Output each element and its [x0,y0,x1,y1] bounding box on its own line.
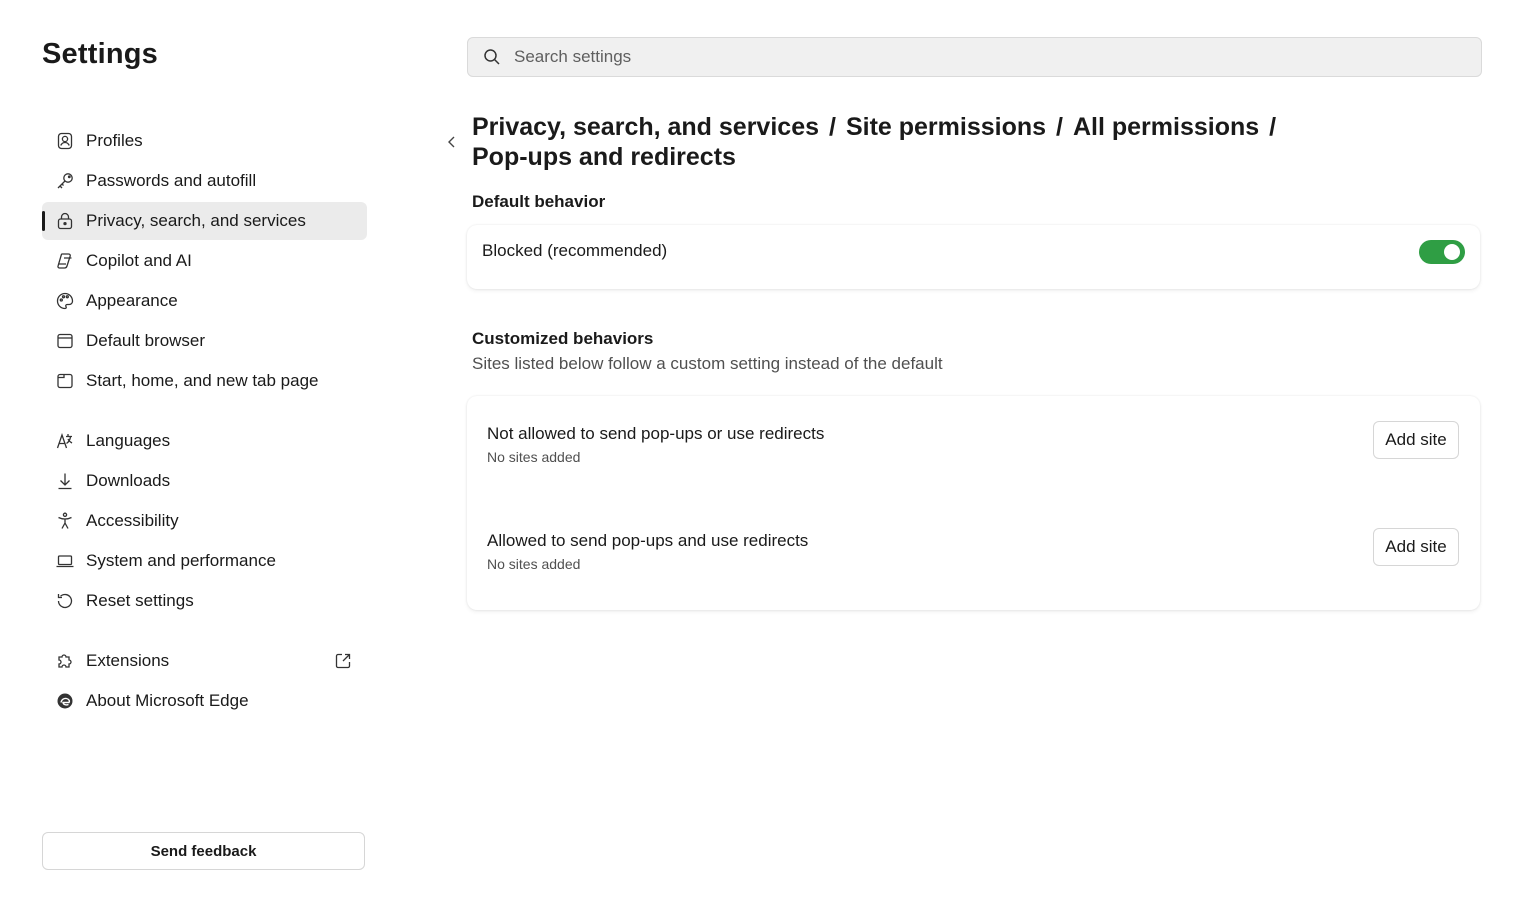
customized-behaviors-heading: Customized behaviors [472,329,654,348]
sidebar: Settings Profiles Passwords and autofill… [0,0,420,912]
sidebar-item-label: System and performance [86,551,276,570]
copilot-icon [55,251,75,271]
palette-icon [55,291,75,311]
sidebar-item-privacy[interactable]: Privacy, search, and services [42,202,367,240]
sidebar-item-label: Appearance [86,291,178,310]
search-input[interactable] [512,46,1416,68]
settings-title: Settings [42,38,158,70]
allowed-status: No sites added [487,556,581,572]
sidebar-item-label: Profiles [86,131,143,150]
toggle-knob [1444,244,1460,260]
sidebar-item-label: Privacy, search, and services [86,211,306,230]
blocked-toggle[interactable] [1419,240,1465,264]
lock-icon [55,211,75,231]
key-icon [55,171,75,191]
sidebar-item-languages[interactable]: Languages [42,422,367,460]
language-icon [55,431,75,451]
sidebar-item-start-home[interactable]: Start, home, and new tab page [42,362,367,400]
sidebar-item-label: Accessibility [86,511,179,530]
blocked-label: Blocked (recommended) [482,241,668,260]
breadcrumb-separator: / [829,113,836,141]
add-site-allowed-button[interactable]: Add site [1373,528,1459,566]
default-behavior-card: Blocked (recommended) [467,225,1480,289]
sidebar-item-passwords[interactable]: Passwords and autofill [42,162,367,200]
add-site-not-allowed-button[interactable]: Add site [1373,421,1459,459]
external-link-icon [333,651,353,671]
allowed-title: Allowed to send pop-ups and use redirect… [487,531,809,550]
sidebar-item-label: Passwords and autofill [86,171,257,190]
search-box[interactable] [467,37,1482,77]
sidebar-item-profiles[interactable]: Profiles [42,122,367,160]
customized-behaviors-card: Not allowed to send pop-ups or use redir… [467,396,1480,610]
sidebar-item-label: Extensions [86,651,170,670]
chevron-left-icon [448,136,455,148]
puzzle-icon [55,651,75,671]
back-button[interactable] [442,132,462,152]
sidebar-item-label: Start, home, and new tab page [86,371,319,390]
sidebar-item-label: Reset settings [86,591,194,610]
sidebar-item-extensions[interactable]: Extensions [42,642,367,680]
not-allowed-status: No sites added [487,449,581,465]
send-feedback-button[interactable]: Send feedback [42,832,365,870]
sidebar-item-default-browser[interactable]: Default browser [42,322,367,360]
profile-icon [55,131,75,151]
laptop-icon [55,551,75,571]
sidebar-item-label: About Microsoft Edge [86,691,249,710]
search-icon [484,49,500,65]
breadcrumb-current-page: Pop-ups and redirects [472,143,736,171]
download-icon [55,471,75,491]
browser-window-icon [55,331,75,351]
breadcrumb-separator: / [1269,113,1277,141]
sidebar-item-appearance[interactable]: Appearance [42,282,367,320]
sidebar-item-downloads[interactable]: Downloads [42,462,367,500]
breadcrumb-separator: / [1056,113,1063,141]
breadcrumb: Privacy, search, and services / Site permi… [472,112,1292,172]
sidebar-item-label: Copilot and AI [86,251,192,270]
sidebar-item-system[interactable]: System and performance [42,542,367,580]
sidebar-item-reset[interactable]: Reset settings [42,582,367,620]
sidebar-item-accessibility[interactable]: Accessibility [42,502,367,540]
breadcrumb-privacy[interactable]: Privacy, search, and services [472,113,819,141]
reset-icon [55,591,75,611]
breadcrumb-site-permissions[interactable]: Site permissions [846,113,1046,141]
not-allowed-title: Not allowed to send pop-ups or use redir… [487,424,825,443]
sidebar-item-about[interactable]: About Microsoft Edge [42,682,367,720]
edge-logo-icon [55,691,75,711]
new-tab-icon [55,371,75,391]
sidebar-item-label: Downloads [86,471,171,490]
sidebar-item-label: Default browser [86,331,206,350]
sidebar-item-label: Languages [86,431,171,450]
default-behavior-heading: Default behavior [472,192,606,211]
accessibility-icon [55,511,75,531]
customized-behaviors-subtitle: Sites listed below follow a custom setti… [472,354,943,373]
sidebar-item-copilot[interactable]: Copilot and AI [42,242,367,280]
breadcrumb-all-permissions[interactable]: All permissions [1073,113,1259,141]
